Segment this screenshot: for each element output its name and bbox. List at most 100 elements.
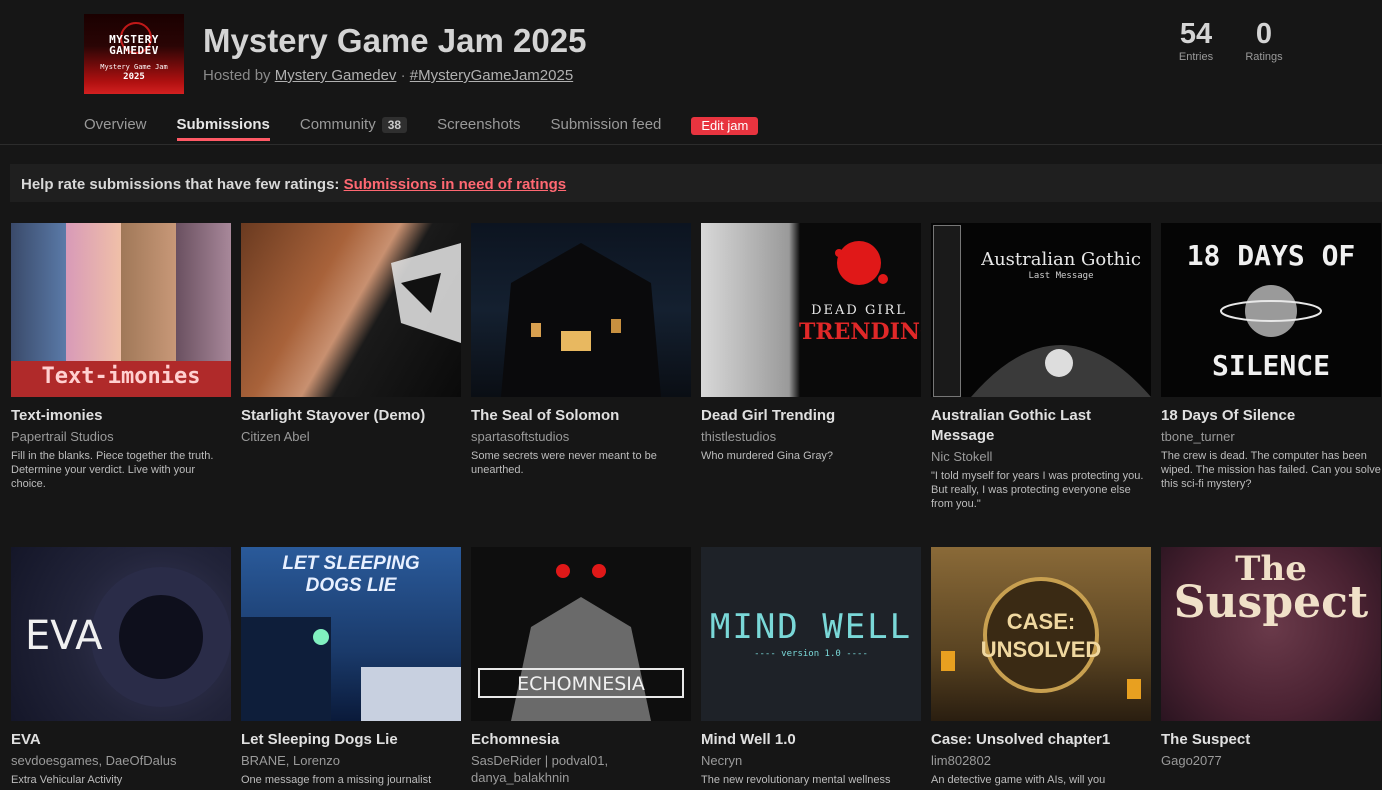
game-title[interactable]: Dead Girl Trending — [701, 406, 921, 426]
help-rate-bar: Help rate submissions that have few rati… — [10, 164, 1382, 202]
game-title[interactable]: Echomnesia — [471, 730, 691, 750]
edit-jam-button[interactable]: Edit jam — [691, 117, 759, 135]
game-author[interactable]: BRANE, Lorenzo — [241, 752, 461, 769]
game-thumbnail[interactable]: CASE: UNSOLVED — [931, 547, 1151, 721]
tab-submissions[interactable]: Submissions — [176, 110, 270, 141]
tab-community-label: Community — [299, 116, 376, 133]
logo-text-line3: Mystery Game Jam — [100, 63, 168, 71]
game-author[interactable]: tbone_turner — [1161, 428, 1381, 445]
thumb-title-text: ECHOMNESIA — [517, 673, 645, 695]
game-description: "I told myself for years I was protectin… — [931, 470, 1144, 510]
game-author[interactable]: SasDeRider | podval01, danya_balakhnin — [471, 752, 691, 786]
need-ratings-link[interactable]: Submissions in need of ratings — [344, 176, 567, 193]
jam-title[interactable]: Mystery Game Jam 2025 — [203, 22, 586, 60]
hosted-prefix: Hosted by — [203, 67, 275, 84]
game-card[interactable]: EVA EVA sevdoesgames, DaeOfDalus Extra V… — [11, 547, 231, 787]
game-description: Fill in the blanks. Piece together the t… — [11, 450, 214, 490]
game-author[interactable]: Necryn — [701, 752, 921, 769]
logo-text-line4: 2025 — [123, 72, 145, 82]
game-title[interactable]: The Suspect — [1161, 730, 1381, 750]
thumb-title-line2: UNSOLVED — [980, 637, 1102, 662]
help-rate-text: Help rate submissions that have few rati… — [21, 176, 566, 193]
thumb-title-line2: SILENCE — [1211, 349, 1330, 382]
community-count-badge: 38 — [381, 117, 408, 133]
game-description: An detective game with AIs, will you — [931, 774, 1106, 786]
host-link[interactable]: Mystery Gamedev — [275, 67, 397, 84]
game-card[interactable]: CASE: UNSOLVED Case: Unsolved chapter1 l… — [931, 547, 1151, 787]
game-description: Extra Vehicular Activity — [11, 774, 123, 786]
stat-ratings: 0 Ratings — [1238, 18, 1290, 64]
game-author[interactable]: Nic Stokell — [931, 448, 1151, 465]
game-title[interactable]: 18 Days Of Silence — [1161, 406, 1381, 426]
thumb-title-line1: CASE: — [1006, 609, 1076, 634]
game-title[interactable]: The Seal of Solomon — [471, 406, 691, 426]
game-card[interactable]: Starlight Stayover (Demo) Citizen Abel — [241, 223, 461, 445]
thumb-art — [241, 617, 461, 721]
thumb-title-line2: TRENDING — [799, 319, 921, 345]
stat-entries-num: 54 — [1179, 18, 1213, 50]
game-card[interactable]: ECHOMNESIA Echomnesia SasDeRider | podva… — [471, 547, 691, 786]
game-card[interactable]: Australian Gothic Last Message Australia… — [931, 223, 1151, 511]
game-description: Who murdered Gina Gray? — [701, 450, 834, 462]
game-title[interactable]: Text-imonies — [11, 406, 231, 426]
tab-overview[interactable]: Overview — [84, 110, 147, 141]
hosted-by: Hosted by Mystery Gamedev · #MysteryGame… — [203, 67, 573, 84]
game-author[interactable]: Citizen Abel — [241, 428, 461, 445]
game-thumbnail[interactable]: LET SLEEPING DOGS LIE — [241, 547, 461, 721]
game-thumbnail[interactable] — [241, 223, 461, 397]
thumb-title-text: EVA — [25, 613, 103, 659]
game-card[interactable]: Text-imonies Text-imonies Papertrail Stu… — [11, 223, 231, 491]
game-thumbnail[interactable]: Text-imonies — [11, 223, 231, 397]
stat-ratings-num: 0 — [1255, 18, 1273, 50]
game-thumbnail[interactable]: Australian Gothic Last Message — [931, 223, 1151, 397]
tab-screenshots[interactable]: Screenshots — [437, 110, 520, 141]
hosted-separator: · — [396, 67, 410, 84]
thumb-title-line2: ---- version 1.0 ---- — [754, 649, 868, 659]
game-author[interactable]: spartasoftstudios — [471, 428, 691, 445]
game-title[interactable]: EVA — [11, 730, 231, 750]
game-title[interactable]: Case: Unsolved chapter1 — [931, 730, 1151, 750]
game-title[interactable]: Mind Well 1.0 — [701, 730, 921, 750]
thumb-art — [391, 243, 461, 343]
help-rate-label: Help rate submissions that have few rati… — [21, 176, 344, 193]
game-description: One message from a missing journalist — [241, 774, 432, 786]
game-title[interactable]: Starlight Stayover (Demo) — [241, 406, 461, 426]
game-card[interactable]: The Seal of Solomon spartasoftstudios So… — [471, 223, 691, 477]
game-thumbnail[interactable]: The Suspect — [1161, 547, 1381, 721]
stat-ratings-label: Ratings — [1245, 51, 1283, 63]
game-author[interactable]: Papertrail Studios — [11, 428, 231, 445]
thumb-art — [971, 345, 1151, 397]
game-thumbnail[interactable]: DEAD GIRL TRENDING — [701, 223, 921, 397]
game-author[interactable]: sevdoesgames, DaeOfDalus — [11, 752, 231, 769]
game-thumbnail[interactable]: 18 DAYS OF SILENCE — [1161, 223, 1381, 397]
jam-header: MYSTERY GAMEDEV Mystery Game Jam 2025 My… — [0, 0, 1382, 145]
tab-submission-feed[interactable]: Submission feed — [550, 110, 661, 141]
game-description: The new revolutionary mental wellness — [701, 774, 891, 786]
game-author[interactable]: Gago2077 — [1161, 752, 1381, 769]
thumb-title-text: Text-imonies — [41, 364, 201, 389]
game-author[interactable]: thistlestudios — [701, 428, 921, 445]
jam-tabs: Overview Submissions Community 38 Screens… — [84, 110, 759, 144]
game-title[interactable]: Australian Gothic Last Message — [931, 406, 1151, 446]
jam-logo[interactable]: MYSTERY GAMEDEV Mystery Game Jam 2025 — [84, 14, 184, 94]
thumb-title-line2: Suspect — [1173, 577, 1369, 628]
game-thumbnail[interactable]: EVA — [11, 547, 231, 721]
game-description: The crew is dead. The computer has been … — [1161, 450, 1381, 490]
thumb-art — [501, 243, 661, 397]
thumb-title-line1: DEAD GIRL — [811, 303, 907, 318]
hashtag-link[interactable]: #MysteryGameJam2025 — [410, 67, 573, 84]
logo-text-line2: GAMEDEV — [109, 44, 159, 57]
game-card[interactable]: LET SLEEPING DOGS LIE Let Sleeping Dogs … — [241, 547, 461, 787]
game-card[interactable]: 18 DAYS OF SILENCE 18 Days Of Silence tb… — [1161, 223, 1381, 491]
game-card[interactable]: The Suspect The Suspect Gago2077 — [1161, 547, 1381, 769]
game-description: Some secrets were never meant to be unea… — [471, 450, 657, 476]
game-card[interactable]: DEAD GIRL TRENDING Dead Girl Trending th… — [701, 223, 921, 463]
game-title[interactable]: Let Sleeping Dogs Lie — [241, 730, 461, 750]
game-thumbnail[interactable] — [471, 223, 691, 397]
tab-community[interactable]: Community 38 — [299, 110, 408, 141]
stat-entries: 54 Entries — [1170, 18, 1222, 64]
game-author[interactable]: lim802802 — [931, 752, 1151, 769]
game-card[interactable]: MIND WELL ---- version 1.0 ---- Mind Wel… — [701, 547, 921, 787]
game-thumbnail[interactable]: ECHOMNESIA — [471, 547, 691, 721]
game-thumbnail[interactable]: MIND WELL ---- version 1.0 ---- — [701, 547, 921, 721]
